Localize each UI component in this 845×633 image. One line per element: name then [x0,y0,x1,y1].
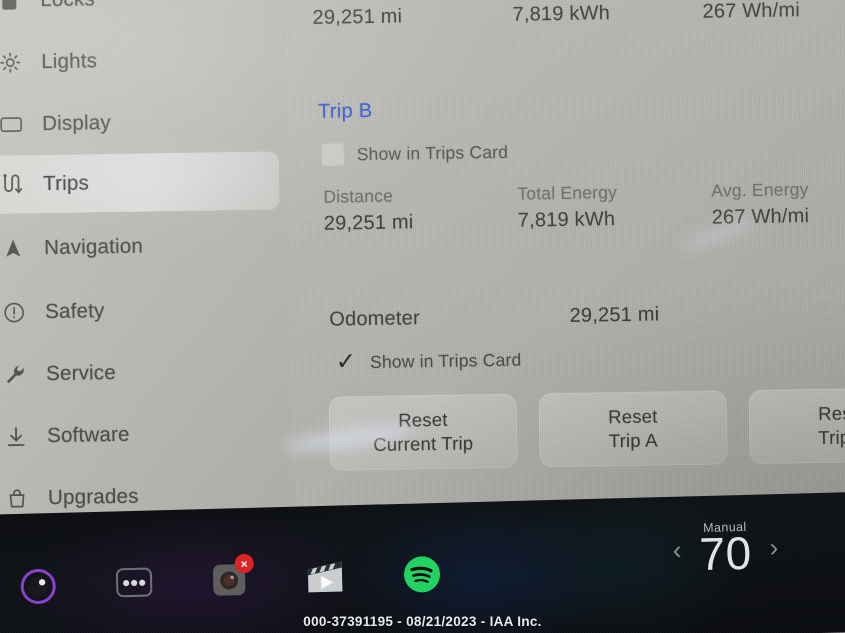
sidebar-item-label: Software [46,422,130,448]
trip-b-show-in-trips-card-row[interactable]: Show in Trips Card [320,140,509,167]
trip-b-stats: Distance 29,251 mi Total Energy 7,819 kW… [323,179,809,236]
auction-watermark: 000-37391195 - 08/21/2023 - IAA Inc. [303,614,542,629]
stat-value: 7,819 kWh [512,2,611,26]
stat-key: Avg. Energy [711,179,809,201]
reset-trip-b-button[interactable]: Reset Trip B [748,387,845,465]
route-icon [0,169,27,199]
temperature-display[interactable]: Manual 70 [698,520,753,581]
sidebar-item-service[interactable]: Service [0,341,283,404]
sidebar-item-safety[interactable]: Safety [0,279,282,342]
temperature-value: 70 [698,526,753,581]
odometer-label: Odometer [329,307,421,331]
vehicle-touchscreen: Locks Lights Display [0,0,845,564]
camera-icon[interactable]: × [208,553,254,602]
temp-increase-chevron-icon[interactable]: › [769,532,778,562]
trip-b-distance: Distance 29,251 mi [323,184,518,236]
odometer-value: 29,251 mi [569,303,660,327]
more-dots-icon[interactable] [112,559,157,604]
sidebar-item-label: Service [45,361,117,386]
stat-key: Total Energy [517,182,618,204]
stat-value: 29,251 mi [312,5,403,29]
odometer-show-in-trips-card-checkbox[interactable]: ✓ [334,348,358,375]
button-line-2: Trip A [608,429,658,452]
download-icon [1,421,31,451]
sidebar-item-label: Locks [40,0,95,12]
lock-icon [0,0,24,16]
sidebar-item-label: Lights [41,49,98,74]
sidebar-item-label: Display [42,111,111,136]
alert-icon [0,297,29,327]
trip-a-distance: Distance 29,251 mi [312,0,513,30]
button-line-2: Current Trip [373,432,474,455]
display-icon [0,109,26,139]
photographed-screen: Locks Lights Display [0,0,845,633]
trip-b-show-in-trips-card-label: Show in Trips Card [356,141,509,164]
sidebar-item-trips[interactable]: Trips [0,151,280,214]
stat-value: 267 Wh/mi [702,0,801,23]
sidebar-item-lights[interactable]: Lights [0,29,278,92]
odometer-row: Odometer 29,251 mi [329,303,659,331]
stat-value: 7,819 kWh [517,208,616,232]
navigation-icon [0,233,28,263]
stat-key: Distance [312,0,512,2]
reset-buttons-row: Reset Current Trip Reset Trip A Reset Tr… [328,387,845,471]
settings-sidebar: Locks Lights Display [0,0,296,564]
trip-b-title: Trip B [317,99,373,123]
sidebar-item-label: Upgrades [47,484,139,510]
trip-b-total-energy: Total Energy 7,819 kWh [517,181,712,233]
trip-b-show-in-trips-card-checkbox[interactable] [320,142,345,167]
button-line-2: Trip B [818,426,845,448]
toybox-icon[interactable] [16,562,61,607]
reset-trip-a-button[interactable]: Reset Trip A [538,390,728,468]
video-icon[interactable] [304,554,349,599]
bag-icon [2,483,32,513]
stat-value: 29,251 mi [323,211,414,235]
trips-settings-panel: Distance 29,251 mi Total Energy 7,819 kW… [286,0,845,559]
temp-decrease-chevron-icon[interactable]: ‹ [672,535,681,565]
odometer-show-in-trips-card-row[interactable]: ✓ Show in Trips Card [334,348,522,375]
sidebar-item-label: Trips [42,171,90,196]
sun-icon [0,47,25,77]
sidebar-item-display[interactable]: Display [0,91,279,154]
trip-a-stats: Distance 29,251 mi Total Energy 7,819 kW… [312,0,800,30]
odometer-show-in-trips-card-label: Show in Trips Card [369,349,522,372]
climate-control: ‹ Manual 70 › ‹ [584,502,845,595]
button-line-1: Reset [818,401,845,424]
sidebar-item-label: Safety [44,299,105,324]
stat-value: 267 Wh/mi [711,205,810,229]
stat-key: Distance [323,185,394,207]
sidebar-item-navigation[interactable]: Navigation [0,215,281,278]
spotify-icon[interactable] [399,552,444,597]
sidebar-item-locks[interactable]: Locks [0,0,277,30]
button-line-1: Reset [608,405,658,427]
bottom-app-bar: × ‹ Manual 70 › [0,491,845,633]
wrench-icon [0,359,30,389]
sidebar-item-label: Navigation [43,234,144,260]
trip-a-total-energy: Total Energy 7,819 kWh [512,0,703,27]
sidebar-item-software[interactable]: Software [0,403,284,466]
trip-a-avg-energy: Avg. Energy 267 Wh/mi [702,0,800,24]
reset-current-trip-button[interactable]: Reset Current Trip [328,393,518,471]
trip-b-avg-energy: Avg. Energy 267 Wh/mi [711,179,809,230]
button-line-1: Reset [398,408,448,431]
app-dock: × [15,541,447,618]
